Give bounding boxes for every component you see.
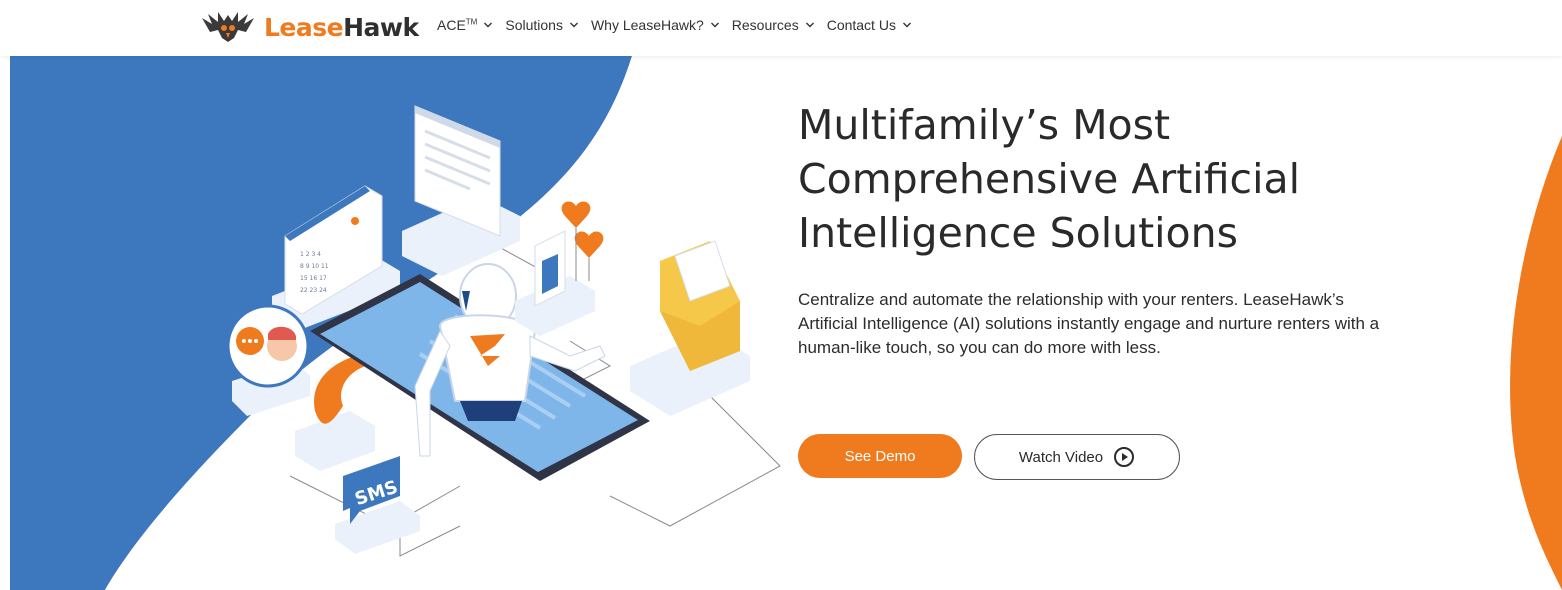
menu-item-solutions[interactable]: Solutions [505, 17, 579, 33]
logo-text-lease: Lease [264, 12, 344, 42]
main-menu: ACETM Solutions Why LeaseHawk? Resources… [437, 17, 912, 33]
play-circle-icon [1114, 447, 1135, 467]
menu-item-why-leasehawk[interactable]: Why LeaseHawk? [591, 17, 720, 33]
see-demo-button[interactable]: See Demo [798, 434, 962, 478]
menu-item-label: Solutions [505, 17, 563, 33]
chevron-down-icon [569, 22, 578, 28]
svg-text:15 16 17: 15 16 17 [300, 275, 327, 282]
menu-item-resources[interactable]: Resources [732, 17, 815, 33]
menu-item-label: Resources [731, 17, 799, 33]
chevron-down-icon [902, 22, 911, 28]
hero-content: Multifamily’s Most Comprehensive Artific… [798, 98, 1398, 360]
hero-cta-group: See Demo Watch Video [798, 434, 1180, 480]
hero-description: Centralize and automate the relationship… [798, 290, 1380, 357]
top-navigation: LeaseHawk ACETM Solutions Why LeaseHawk?… [0, 0, 1562, 56]
logo-text-hawk: Hawk [343, 12, 419, 42]
watch-video-label: Watch Video [1018, 448, 1104, 466]
hawk-logo-icon [202, 12, 254, 42]
leasehawk-logo[interactable]: LeaseHawk [200, 8, 419, 46]
menu-item-ace[interactable]: ACETM [437, 17, 493, 33]
hero-headline: Multifamily’s Most Comprehensive Artific… [798, 101, 1300, 257]
menu-item-label: ACETM [437, 17, 478, 33]
chat-icon [226, 304, 310, 416]
menu-item-label: Contact Us [826, 17, 896, 33]
svg-text:22 23 24: 22 23 24 [300, 287, 327, 294]
watch-video-button[interactable]: Watch Video [974, 434, 1180, 480]
menu-item-label: Why LeaseHawk? [590, 17, 704, 33]
chevron-down-icon [484, 22, 493, 28]
logo-wordmark: LeaseHawk [264, 13, 419, 42]
menu-item-contact-us[interactable]: Contact Us [827, 17, 912, 33]
svg-text:1 2 3 4: 1 2 3 4 [300, 251, 321, 258]
chevron-down-icon [805, 22, 814, 28]
svg-text:8 9 10 11: 8 9 10 11 [300, 263, 329, 270]
chevron-down-icon [710, 22, 719, 28]
